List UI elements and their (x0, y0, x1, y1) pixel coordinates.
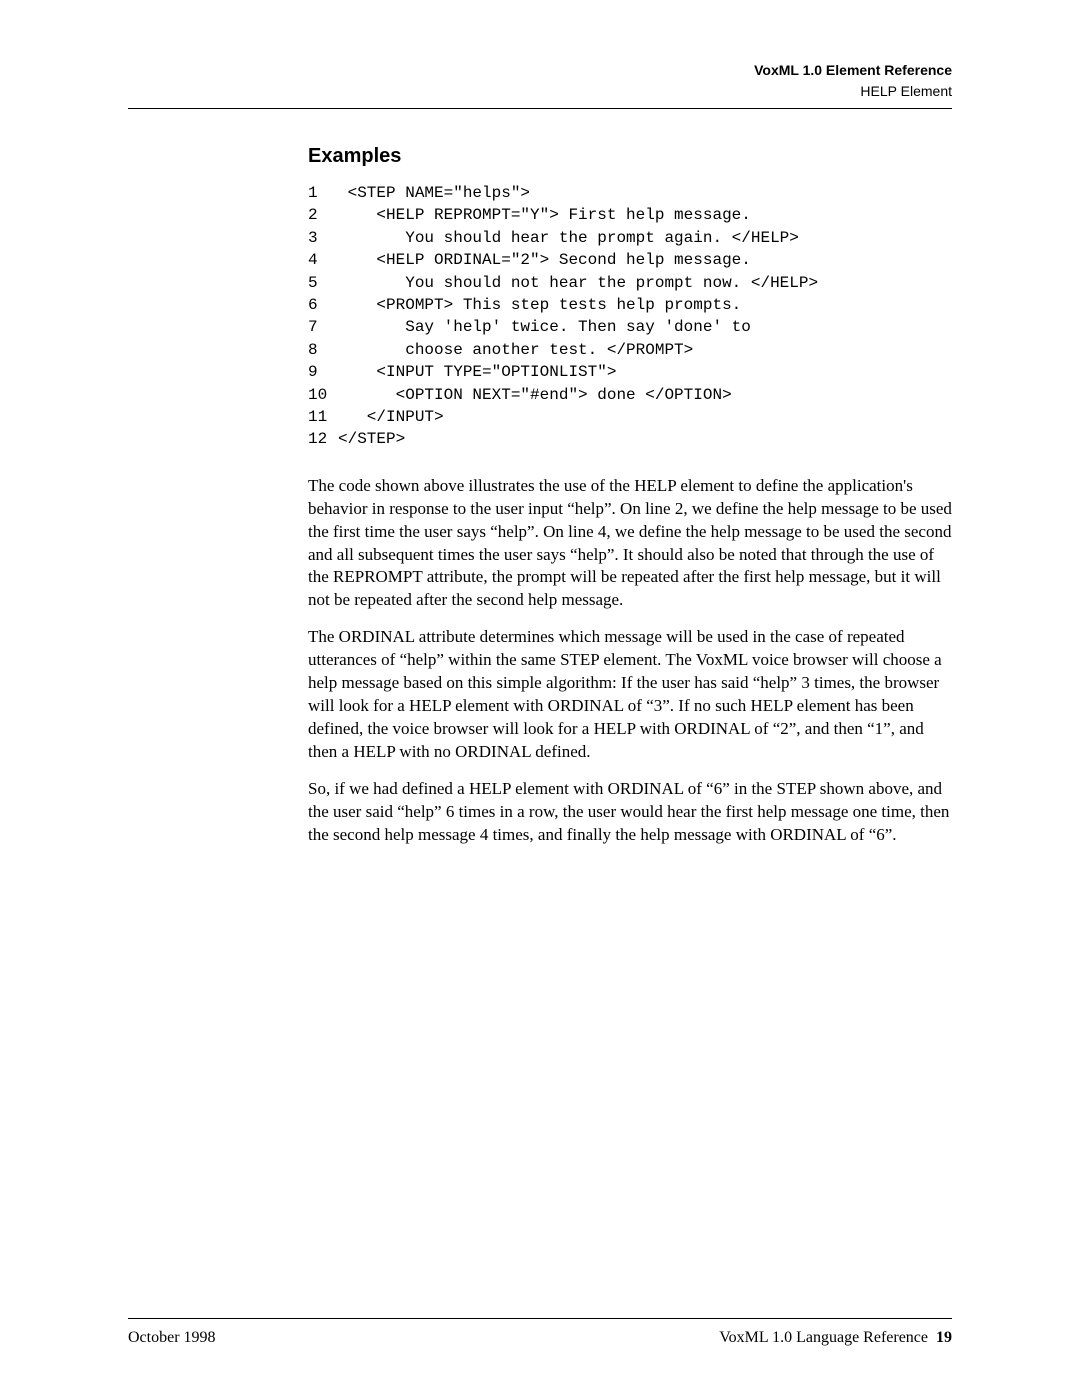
line-number: 1 (308, 182, 338, 204)
code-line: 6 <PROMPT> This step tests help prompts. (308, 294, 952, 316)
section-heading: Examples (308, 145, 952, 168)
paragraphs-container: The code shown above illustrates the use… (308, 475, 952, 847)
code-line: 9 <INPUT TYPE="OPTIONLIST"> (308, 361, 952, 383)
line-number: 8 (308, 339, 338, 361)
code-line: 11 </INPUT> (308, 406, 952, 428)
header-title: VoxML 1.0 Element Reference (128, 60, 952, 81)
code-example: 1 <STEP NAME="helps">2 <HELP REPROMPT="Y… (308, 182, 952, 451)
body-paragraph: The ORDINAL attribute determines which m… (308, 626, 952, 764)
line-number: 4 (308, 249, 338, 271)
line-code: <HELP ORDINAL="2"> Second help message. (338, 249, 751, 271)
line-number: 2 (308, 204, 338, 226)
code-line: 3 You should hear the prompt again. </HE… (308, 227, 952, 249)
footer-reference: VoxML 1.0 Language Reference 19 (719, 1329, 952, 1347)
line-number: 12 (308, 428, 338, 450)
footer-divider (128, 1318, 952, 1319)
body-paragraph: The code shown above illustrates the use… (308, 475, 952, 613)
page-header: VoxML 1.0 Element Reference HELP Element (128, 60, 952, 102)
line-code: <OPTION NEXT="#end"> done </OPTION> (338, 384, 732, 406)
line-code: You should not hear the prompt now. </HE… (338, 272, 818, 294)
code-line: 8 choose another test. </PROMPT> (308, 339, 952, 361)
footer-date: October 1998 (128, 1329, 216, 1347)
line-number: 3 (308, 227, 338, 249)
code-line: 2 <HELP REPROMPT="Y"> First help message… (308, 204, 952, 226)
line-number: 5 (308, 272, 338, 294)
line-number: 10 (308, 384, 338, 406)
line-code: You should hear the prompt again. </HELP… (338, 227, 799, 249)
line-code: <PROMPT> This step tests help prompts. (338, 294, 741, 316)
page-footer: October 1998 VoxML 1.0 Language Referenc… (128, 1329, 952, 1347)
code-line: 4 <HELP ORDINAL="2"> Second help message… (308, 249, 952, 271)
line-code: choose another test. </PROMPT> (338, 339, 693, 361)
line-code: <INPUT TYPE="OPTIONLIST"> (338, 361, 616, 383)
code-line: 7 Say 'help' twice. Then say 'done' to (308, 316, 952, 338)
code-line: 10 <OPTION NEXT="#end"> done </OPTION> (308, 384, 952, 406)
line-number: 11 (308, 406, 338, 428)
page-number: 19 (936, 1329, 952, 1346)
document-page: VoxML 1.0 Element Reference HELP Element… (0, 0, 1080, 1397)
header-subtitle: HELP Element (128, 81, 952, 102)
code-line: 5 You should not hear the prompt now. </… (308, 272, 952, 294)
content-area: Examples 1 <STEP NAME="helps">2 <HELP RE… (308, 145, 952, 1318)
line-number: 9 (308, 361, 338, 383)
code-line: 1 <STEP NAME="helps"> (308, 182, 952, 204)
header-divider (128, 108, 952, 109)
footer-right-text: VoxML 1.0 Language Reference (719, 1329, 928, 1346)
line-number: 6 (308, 294, 338, 316)
line-code: <STEP NAME="helps"> (338, 182, 530, 204)
code-line: 12</STEP> (308, 428, 952, 450)
line-number: 7 (308, 316, 338, 338)
line-code: <HELP REPROMPT="Y"> First help message. (338, 204, 751, 226)
line-code: </INPUT> (338, 406, 444, 428)
body-paragraph: So, if we had defined a HELP element wit… (308, 778, 952, 847)
line-code: </STEP> (338, 428, 405, 450)
line-code: Say 'help' twice. Then say 'done' to (338, 316, 751, 338)
